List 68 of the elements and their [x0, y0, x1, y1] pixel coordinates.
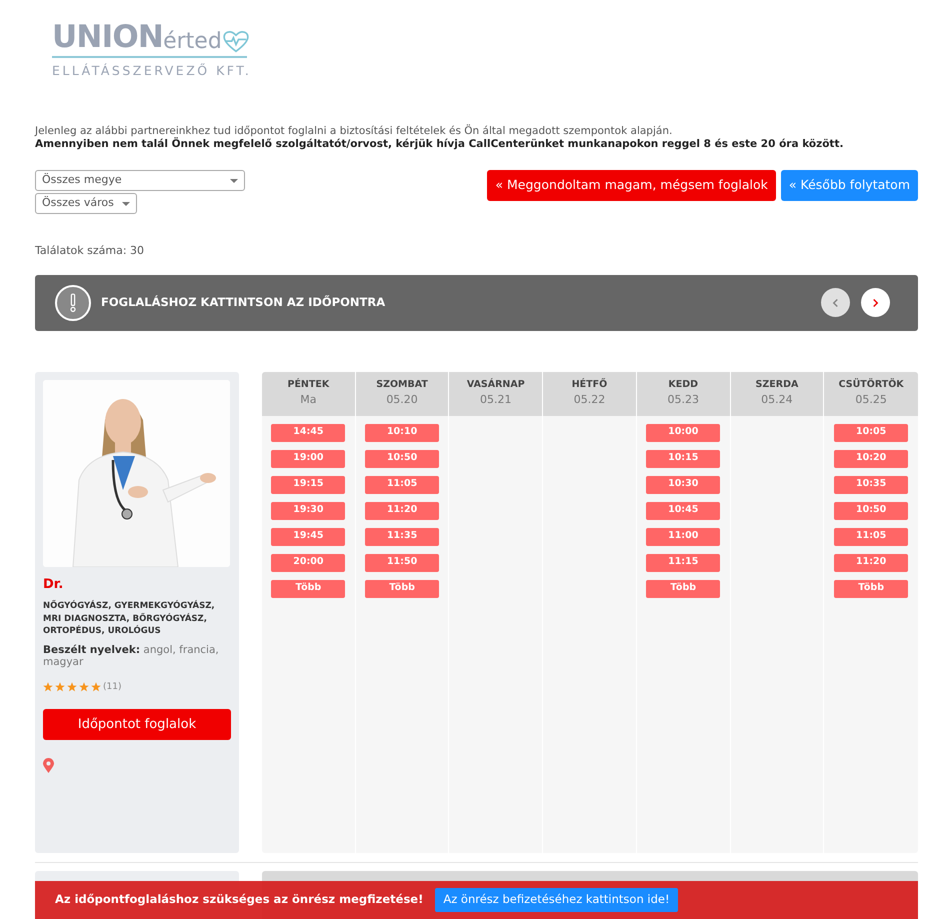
- time-slot-button[interactable]: 19:30: [271, 502, 346, 520]
- time-slot-button[interactable]: 10:50: [834, 502, 908, 520]
- time-slot-button[interactable]: 11:50: [365, 554, 440, 572]
- book-appointment-button[interactable]: Időpontot foglalok: [43, 709, 231, 740]
- time-slot-button[interactable]: 14:45: [271, 424, 346, 442]
- logo-wordmark-suffix: érted: [163, 31, 222, 53]
- more-slots-button[interactable]: Több: [365, 580, 440, 598]
- intro-text: Jelenleg az alábbi partnereinkhez tud időpontot foglalni a biztosítási feltételek és Ön által megadott szempontok alapján.: [35, 125, 674, 137]
- time-slot-button[interactable]: 19:45: [271, 528, 346, 546]
- result-count: Találatok száma: 30: [35, 243, 144, 259]
- alert-icon: [55, 284, 91, 320]
- filter-dropdown[interactable]: Összes város: [35, 193, 137, 214]
- time-slot-button[interactable]: 10:35: [834, 476, 908, 494]
- day-name: PÉNTEK: [287, 378, 330, 392]
- caret-icon: [122, 202, 130, 206]
- time-slot-button[interactable]: 10:45: [646, 502, 720, 520]
- more-slots-button[interactable]: Több: [271, 580, 346, 598]
- logo-wordmark: UNION: [52, 22, 164, 53]
- banner-title: FOGLALÁSHOZ KATTINTSON AZ IDŐPONTRA: [101, 294, 386, 311]
- time-slot-button[interactable]: 10:05: [834, 424, 908, 442]
- day-name: KEDD: [668, 378, 698, 392]
- time-slot-button[interactable]: 11:20: [834, 554, 908, 572]
- more-slots-button[interactable]: Több: [646, 580, 720, 598]
- time-slot-button[interactable]: 11:15: [646, 554, 720, 572]
- day-date: 05.25: [855, 392, 887, 408]
- pay-copayment-button[interactable]: Az önrész befizetéséhez kattintson ide!: [435, 888, 678, 912]
- time-slot-button[interactable]: 11:20: [365, 502, 440, 520]
- time-slot-button[interactable]: 10:30: [646, 476, 720, 494]
- time-slot-button[interactable]: 19:15: [271, 476, 346, 494]
- time-slot-button[interactable]: 20:00: [271, 554, 346, 572]
- time-slot-button[interactable]: 19:00: [271, 450, 346, 468]
- time-slot-button[interactable]: 10:00: [646, 424, 720, 442]
- time-slot-button[interactable]: 10:20: [834, 450, 908, 468]
- heart-pulse-icon: [222, 31, 249, 53]
- day-date: 05.20: [386, 392, 418, 408]
- day-name: VASÁRNAP: [466, 378, 525, 392]
- time-slot-button[interactable]: 10:50: [365, 450, 440, 468]
- rating-count: (11): [103, 680, 122, 694]
- day-date: 05.22: [574, 392, 606, 408]
- more-slots-button[interactable]: Több: [834, 580, 908, 598]
- next-button[interactable]: [861, 288, 890, 317]
- day-date: 05.24: [761, 392, 793, 408]
- location-pin-icon: [43, 758, 54, 773]
- caret-icon: [230, 178, 238, 182]
- logo-subtitle: ELLÁTÁSSZERVEZŐ KFT.: [52, 62, 252, 80]
- spoken-languages: Beszélt nyelvek: angol, francia, magyar: [43, 644, 220, 668]
- chevron-left-icon: [832, 298, 839, 308]
- doctor-specialties: NŐGYÓGYÁSZ, GYERMEKGYÓGYÁSZ, MRI DIAGNOSZTA, BŐRGYÓGYÁSZ, ORTOPÉDUS, UROLÓGUS: [43, 600, 216, 638]
- time-slot-button[interactable]: 11:35: [365, 528, 440, 546]
- day-name: SZOMBAT: [376, 378, 428, 392]
- day-date: 05.23: [667, 392, 699, 408]
- cancel-button[interactable]: « Meggondoltam magam, mégsem foglalok: [487, 170, 776, 201]
- callcenter-notice: Amennyiben nem talál Önnek megfelelő szolgáltatót/orvost, kérjük hívja CallCenterünket munkanapokon reggel 8 és este 20 óra között.: [35, 138, 844, 151]
- day-date: Ma: [300, 392, 316, 408]
- time-slot-button[interactable]: 11:00: [646, 528, 720, 546]
- chevron-right-icon: [872, 298, 879, 308]
- day-date: 05.21: [480, 392, 512, 408]
- time-slot-button[interactable]: 10:10: [365, 424, 440, 442]
- time-slot-button[interactable]: 10:15: [646, 450, 720, 468]
- continue-later-button[interactable]: « Később folytatom: [780, 170, 918, 201]
- filter-dropdown[interactable]: Összes megye: [35, 170, 245, 191]
- day-name: HÉTFŐ: [572, 378, 608, 392]
- time-slot-button[interactable]: 11:05: [834, 528, 908, 546]
- day-name: SZERDA: [756, 378, 798, 392]
- day-name: CSÜTÖRTÖK: [838, 378, 904, 392]
- doctor-name: Dr.: [43, 576, 64, 594]
- time-slot-button[interactable]: 11:05: [365, 476, 440, 494]
- payment-message: Az időpontfoglaláshoz szükséges az önrész megfizetése!: [55, 891, 424, 908]
